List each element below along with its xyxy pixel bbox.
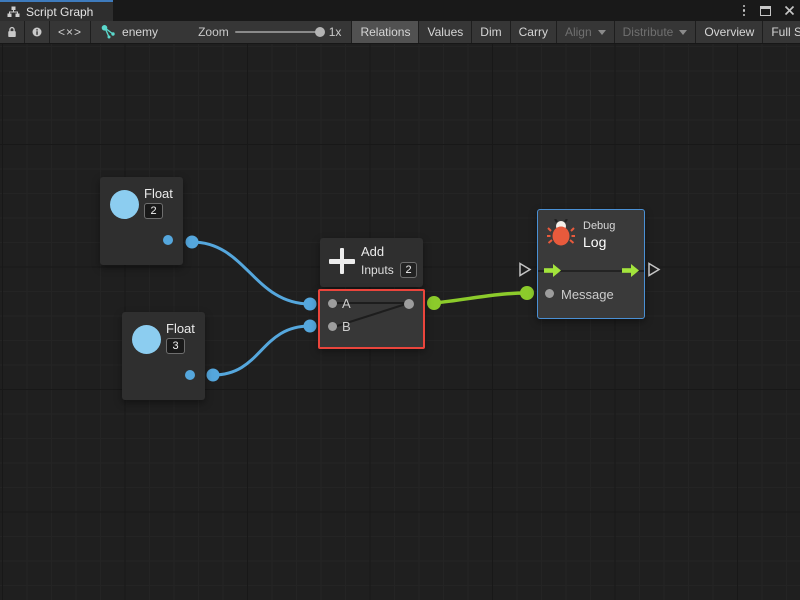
window-controls [741,0,796,21]
node-title: Float [144,186,173,201]
graph-reference-segment: enemy Zoom 1x [91,21,352,43]
flow-entry-triangle-icon[interactable] [518,262,532,277]
node-title: Float [166,321,195,336]
carry-label: Carry [519,25,548,39]
distribute-button[interactable]: Distribute [615,21,697,43]
wire-endpoint-dot[interactable] [207,369,220,382]
flow-input-arrow-icon[interactable] [544,264,561,277]
float-literal-icon [132,325,161,354]
inputs-count-field[interactable]: 2 [400,262,417,278]
flow-output-arrow-icon[interactable] [622,264,639,277]
message-port-label: Message [561,287,614,302]
maximize-icon[interactable] [760,6,771,16]
float-literal-icon [110,190,139,219]
dim-button[interactable]: Dim [472,21,510,43]
add-node-header[interactable]: Add Inputs 2 [320,238,423,287]
plus-icon [329,248,355,274]
wire-endpoint-dot[interactable] [427,296,441,310]
code-view-icon: <×> [58,25,82,39]
dim-label: Dim [480,25,501,39]
node-title: Log [583,234,606,250]
align-label: Align [565,25,592,39]
close-icon[interactable] [784,5,795,16]
add-node-ports[interactable]: A B [318,289,425,349]
wire-float-a-to-add[interactable] [192,242,310,304]
node-category: Debug [583,220,615,232]
float-value-field[interactable]: 2 [144,203,163,219]
port-b-label: B [342,319,351,334]
overview-button[interactable]: Overview [696,21,763,43]
float-value-field[interactable]: 3 [166,338,185,354]
window-menu-icon[interactable] [741,5,748,17]
tab-title: Script Graph [26,5,93,19]
graph-hierarchy-icon [7,6,20,18]
float-output-port[interactable] [163,235,173,245]
distribute-label: Distribute [623,25,674,39]
bug-icon [547,219,575,247]
wire-endpoint-dot[interactable] [304,298,317,311]
overview-label: Overview [704,25,754,39]
full-screen-label: Full Screen [771,25,800,39]
values-button[interactable]: Values [419,21,472,43]
relations-label: Relations [360,25,410,39]
debug-log-node[interactable]: Debug Log Message [537,209,645,319]
wire-endpoint-dot[interactable] [186,236,199,249]
graph-toolbar: <×> enemy Zoom 1x Relations Values Dim C… [0,21,800,44]
graph-canvas[interactable]: Float 2 Float 3 Add Inputs 2 A [0,44,800,600]
code-view-button[interactable]: <×> [50,21,91,43]
script-graph-asset-icon[interactable] [101,25,116,39]
node-title: Add [361,244,384,259]
tab-script-graph[interactable]: Script Graph [0,0,113,21]
zoom-value: 1x [329,25,342,39]
relations-button[interactable]: Relations [352,21,419,43]
wire-float-b-to-add[interactable] [213,326,310,375]
zoom-slider[interactable] [235,31,323,33]
flow-exit-triangle-icon[interactable] [647,262,661,277]
graph-name[interactable]: enemy [122,25,158,39]
align-button[interactable]: Align [557,21,615,43]
info-icon [32,25,42,39]
zoom-slider-handle[interactable] [315,27,325,37]
carry-button[interactable]: Carry [511,21,557,43]
chevron-down-icon [679,30,687,35]
wire-add-to-debug[interactable] [434,293,527,303]
tab-bar: Script Graph [0,0,800,21]
wire-endpoint-dot[interactable] [520,286,534,300]
wire-endpoint-dot[interactable] [304,320,317,333]
port-a-label: A [342,296,351,311]
info-button[interactable] [25,21,50,43]
sum-output-port[interactable] [404,299,414,309]
lock-icon [7,25,17,39]
script-graph-window: Script Graph <×> [0,0,800,600]
inputs-label: Inputs [361,263,394,277]
lock-button[interactable] [0,21,25,43]
input-port-b[interactable] [328,322,337,331]
values-label: Values [427,25,463,39]
zoom-label: Zoom [198,25,229,39]
input-port-a[interactable] [328,299,337,308]
float-output-port[interactable] [185,370,195,380]
chevron-down-icon [598,30,606,35]
float-node-a[interactable]: Float 2 [100,177,183,265]
float-node-b[interactable]: Float 3 [122,312,205,400]
full-screen-button[interactable]: Full Screen [763,21,800,43]
message-input-port[interactable] [545,289,554,298]
